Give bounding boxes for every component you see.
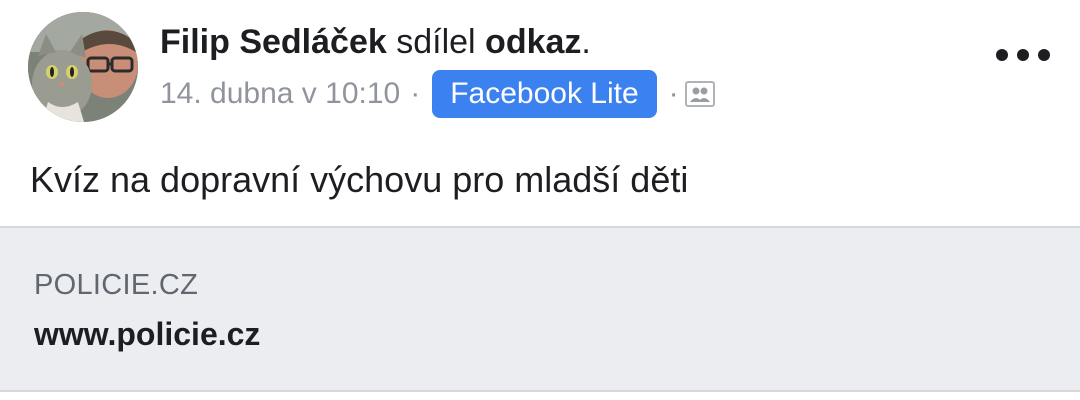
meta-separator: · bbox=[410, 77, 421, 110]
author-avatar[interactable] bbox=[28, 12, 138, 122]
app-badge[interactable]: Facebook Lite bbox=[432, 70, 657, 118]
action-verb: sdílel bbox=[396, 23, 476, 61]
more-dots-icon bbox=[1038, 49, 1050, 61]
feed-post: Filip Sedláček sdílel odkaz. 14. dubna v… bbox=[0, 0, 1080, 400]
link-domain: POLICIE.CZ bbox=[34, 269, 199, 301]
meta-separator: · bbox=[668, 77, 679, 110]
link-preview-card[interactable]: POLICIE.CZ www.policie.cz bbox=[0, 226, 1080, 392]
post-message: Kvíz na dopravní výchovu pro mladší děti bbox=[30, 159, 689, 200]
more-dots-icon bbox=[996, 49, 1008, 61]
post-header: Filip Sedláček sdílel odkaz. bbox=[160, 22, 591, 62]
action-object-link[interactable]: odkaz bbox=[485, 23, 581, 61]
post-meta: 14. dubna v 10:10 · Facebook Lite · bbox=[160, 70, 715, 118]
more-options-button[interactable] bbox=[996, 42, 1050, 68]
author-name[interactable]: Filip Sedláček bbox=[160, 23, 387, 61]
action-suffix: . bbox=[581, 23, 591, 61]
link-title[interactable]: www.policie.cz bbox=[34, 314, 260, 354]
friends-icon[interactable] bbox=[684, 81, 715, 107]
post-timestamp[interactable]: 14. dubna v 10:10 bbox=[160, 77, 400, 111]
more-dots-icon bbox=[1017, 49, 1029, 61]
avatar-photo bbox=[28, 12, 138, 122]
